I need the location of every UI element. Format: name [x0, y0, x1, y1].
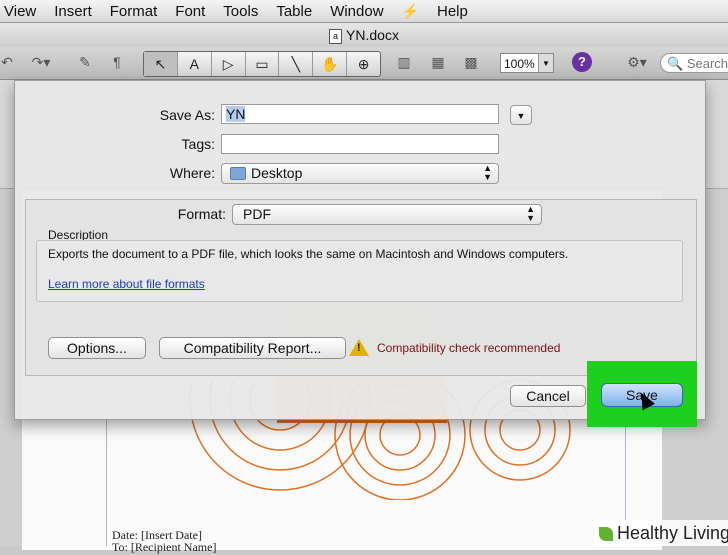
action-icon[interactable]: ⚙▾ [622, 52, 652, 72]
redo-icon[interactable]: ↷▾ [22, 52, 60, 72]
save-as-value: YN [226, 106, 246, 122]
watermark-text: Healthy Living [617, 523, 728, 543]
menu-view[interactable]: View [0, 3, 45, 20]
format-label: Format: [177, 206, 226, 222]
search-input[interactable]: 🔍 Search in [660, 53, 728, 73]
save-as-field[interactable]: YN [221, 104, 499, 124]
compatibility-warning-text: Compatibility check recommended [377, 341, 561, 355]
menu-window[interactable]: Window [321, 3, 392, 20]
undo-icon[interactable]: ↶ [0, 52, 14, 72]
menu-format[interactable]: Format [101, 3, 167, 20]
updown-arrows-icon: ▲ ▼ [526, 204, 535, 223]
media-browser-icon[interactable]: ⊕ [347, 52, 380, 76]
line-icon[interactable]: ╲ [279, 52, 314, 76]
menu-tools[interactable]: Tools [214, 3, 267, 20]
margin-guide-left [106, 420, 107, 546]
compatibility-report-button[interactable]: Compatibility Report... [159, 337, 346, 359]
help-button[interactable]: ? [572, 52, 592, 72]
text-box-icon[interactable]: A [178, 52, 212, 76]
options-button[interactable]: Options... [48, 337, 146, 359]
toolbox-icon[interactable]: ▩ [460, 52, 482, 72]
format-value: PDF [243, 206, 271, 222]
expand-dialog-button[interactable]: ▼ [510, 105, 532, 125]
window-title: YN.docx [346, 27, 399, 43]
learn-more-link[interactable]: Learn more about file formats [48, 277, 205, 291]
zoom-select[interactable]: 100% ▼ [500, 53, 554, 73]
menu-table[interactable]: Table [267, 3, 321, 20]
gallery-icon[interactable]: ▦ [428, 52, 448, 72]
watermark-logo: Healthy Living [594, 520, 728, 546]
menu-bar: View Insert Format Font Tools Table Wind… [0, 0, 728, 23]
paragraph-marks-icon[interactable]: ¶ [108, 52, 126, 72]
tags-label: Tags: [181, 136, 215, 152]
select-arrow-icon[interactable]: ↖ [144, 52, 178, 76]
tags-field[interactable] [221, 134, 499, 154]
zoom-value: 100% [504, 57, 535, 71]
save-as-label: Save As: [159, 107, 215, 123]
chevron-down-icon: ▼ [516, 111, 526, 121]
menu-font[interactable]: Font [166, 3, 214, 20]
folder-icon [230, 166, 246, 180]
where-select[interactable]: Desktop ▲ ▼ [221, 163, 499, 184]
sidebar-icon[interactable]: ▥ [395, 52, 413, 72]
updown-arrows-icon: ▲ ▼ [483, 163, 492, 182]
where-value: Desktop [251, 165, 303, 181]
script-menu-icon[interactable]: ⚡ [393, 3, 428, 20]
chevron-down-icon: ▼ [538, 54, 553, 72]
cancel-button[interactable]: Cancel [510, 385, 586, 407]
menu-insert[interactable]: Insert [45, 3, 101, 20]
where-label: Where: [169, 165, 215, 181]
format-painter-icon[interactable]: ✎ [74, 52, 96, 72]
document-recipient-line: To: [Recipient Name] [112, 540, 217, 554]
format-panel: Format: PDF ▲ ▼ Description Exports the d… [25, 199, 697, 376]
warning-exclamation: ! [357, 342, 361, 354]
document-icon: a [329, 28, 343, 44]
leaf-icon [599, 527, 613, 542]
vertical-text-box-icon[interactable]: ▷ [212, 52, 246, 76]
drawing-tools: ↖ A ▷ ▭ ╲ ✋ ⊕ [143, 51, 381, 77]
search-placeholder: Search in [686, 56, 728, 71]
menu-help[interactable]: Help [428, 3, 477, 20]
rectangle-icon[interactable]: ▭ [246, 52, 280, 76]
description-text: Exports the document to a PDF file, whic… [48, 247, 569, 261]
toolbar: ↶ ↷▾ ✎ ¶ ↖ A ▷ ▭ ╲ ✋ ⊕ ▥ ▦ ▩ 100% ▼ ? ⚙▾… [0, 47, 728, 80]
hand-icon[interactable]: ✋ [313, 52, 348, 76]
window-titlebar: a YN.docx [0, 23, 728, 47]
format-select[interactable]: PDF ▲ ▼ [232, 204, 542, 225]
description-box: Exports the document to a PDF file, whic… [36, 240, 683, 302]
